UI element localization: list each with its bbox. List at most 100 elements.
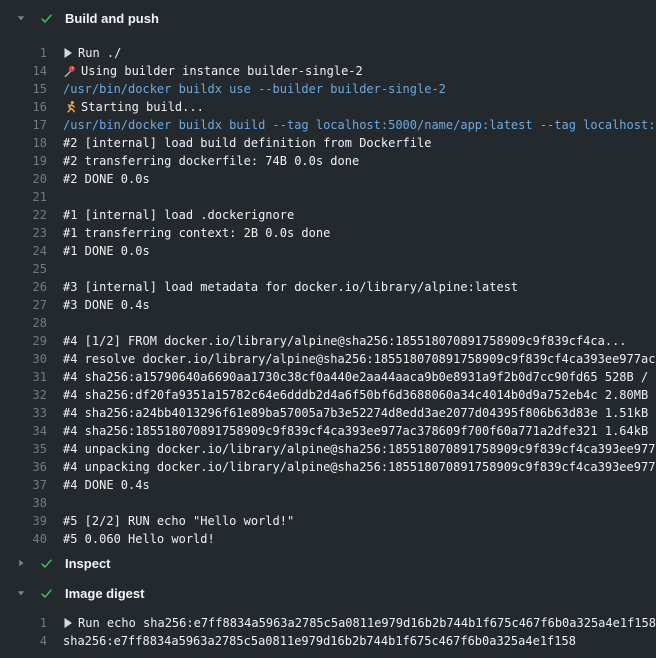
log-text: sha256:e7ff8834a5963a2785c5a0811e979d16b…	[63, 632, 656, 650]
log-text: #2 transferring dockerfile: 74B 0.0s don…	[63, 152, 656, 170]
log-message: #1 DONE 0.0s	[63, 242, 150, 260]
workflow-log-viewer: Build and push 1 Run ./ 14	[0, 0, 656, 650]
log-line: 33 #4 sha256:a24bb4013296f61e89ba57005a7…	[0, 404, 656, 422]
log-text: Run ./	[63, 44, 656, 62]
log-line: 28	[0, 314, 656, 332]
log-text: #4 unpacking docker.io/library/alpine@sh…	[63, 458, 656, 476]
log-message: #4 sha256:a24bb4013296f61e89ba57005a7b3e…	[63, 404, 656, 422]
line-number[interactable]: 24	[0, 242, 47, 260]
log-text: #3 DONE 0.4s	[63, 296, 656, 314]
line-number[interactable]: 35	[0, 440, 47, 458]
log-text: Run echo sha256:e7ff8834a5963a2785c5a081…	[63, 614, 656, 632]
log-text: Using builder instance builder-single-2	[63, 62, 656, 80]
log-message: #4 resolve docker.io/library/alpine@sha2…	[63, 350, 656, 368]
log-section: Image digest 1 Run echo sha256:e7ff8834	[0, 582, 656, 650]
log-text: #5 0.060 Hello world!	[63, 530, 656, 548]
log-line: 1 Run ./	[0, 44, 656, 62]
log-message: Using builder instance builder-single-2	[81, 62, 363, 80]
log-line: 35 #4 unpacking docker.io/library/alpine…	[0, 440, 656, 458]
log-line: 26 #3 [internal] load metadata for docke…	[0, 278, 656, 296]
line-number[interactable]: 18	[0, 134, 47, 152]
line-number[interactable]: 31	[0, 368, 47, 386]
chevron-right-icon[interactable]	[16, 558, 26, 568]
log-text: #1 transferring context: 2B 0.0s done	[63, 224, 656, 242]
line-number[interactable]: 33	[0, 404, 47, 422]
line-number[interactable]: 23	[0, 224, 47, 242]
line-number[interactable]: 36	[0, 458, 47, 476]
line-number[interactable]: 28	[0, 314, 47, 332]
log-message: Run echo sha256:e7ff8834a5963a2785c5a081…	[78, 614, 656, 632]
log-line: 22 #1 [internal] load .dockerignore	[0, 206, 656, 224]
line-number[interactable]: 22	[0, 206, 47, 224]
line-number[interactable]: 32	[0, 386, 47, 404]
log-message: #4 [1/2] FROM docker.io/library/alpine@s…	[63, 332, 627, 350]
log-message: Run ./	[78, 44, 121, 62]
line-number[interactable]: 39	[0, 512, 47, 530]
line-number[interactable]: 4	[0, 632, 47, 650]
line-number[interactable]: 17	[0, 116, 47, 134]
line-number[interactable]: 20	[0, 170, 47, 188]
step-title: Inspect	[65, 556, 111, 571]
runner-icon	[63, 100, 77, 114]
line-number[interactable]: 29	[0, 332, 47, 350]
check-icon	[40, 587, 53, 600]
chevron-down-icon[interactable]	[16, 13, 26, 23]
line-number[interactable]: 1	[0, 614, 47, 632]
step-header[interactable]: Image digest	[0, 582, 656, 604]
line-number[interactable]: 25	[0, 260, 47, 278]
log-text: #2 [internal] load build definition from…	[63, 134, 656, 152]
line-number[interactable]: 14	[0, 62, 47, 80]
log-text	[63, 188, 656, 206]
log-line: 19 #2 transferring dockerfile: 74B 0.0s …	[0, 152, 656, 170]
log-line: 14 Using builder instance builder-single…	[0, 62, 656, 80]
log-line: 16 Starting build...	[0, 98, 656, 116]
log-line: 36 #4 unpacking docker.io/library/alpine…	[0, 458, 656, 476]
log-line: 4 sha256:e7ff8834a5963a2785c5a0811e979d1…	[0, 632, 656, 650]
play-icon[interactable]	[63, 617, 73, 629]
line-number[interactable]: 34	[0, 422, 47, 440]
log-text: #4 resolve docker.io/library/alpine@sha2…	[63, 350, 656, 368]
log-text: #4 DONE 0.4s	[63, 476, 656, 494]
log-message: #4 DONE 0.4s	[63, 476, 150, 494]
check-icon	[40, 12, 53, 25]
log-text: #4 [1/2] FROM docker.io/library/alpine@s…	[63, 332, 656, 350]
log-text: #4 sha256:a15790640a6690aa1730c38cf0a440…	[63, 368, 656, 386]
log-message: #1 transferring context: 2B 0.0s done	[63, 224, 330, 242]
line-number[interactable]: 19	[0, 152, 47, 170]
log-text: #4 sha256:df20fa9351a15782c64e6dddb2d4a6…	[63, 386, 656, 404]
line-number[interactable]: 38	[0, 494, 47, 512]
log-line: 38	[0, 494, 656, 512]
line-number[interactable]: 26	[0, 278, 47, 296]
log-line: 20 #2 DONE 0.0s	[0, 170, 656, 188]
log-line: 25	[0, 260, 656, 278]
log-message: Starting build...	[81, 98, 204, 116]
log-message: #5 [2/2] RUN echo "Hello world!"	[63, 512, 294, 530]
step-header[interactable]: Inspect	[0, 552, 656, 574]
log-line: 1 Run echo sha256:e7ff8834a5963a2785c5a0…	[0, 614, 656, 632]
log-line: 30 #4 resolve docker.io/library/alpine@s…	[0, 350, 656, 368]
line-number[interactable]: 1	[0, 44, 47, 62]
log-message: #1 [internal] load .dockerignore	[63, 206, 294, 224]
step-header[interactable]: Build and push	[0, 7, 656, 29]
line-number[interactable]: 16	[0, 98, 47, 116]
line-number[interactable]: 30	[0, 350, 47, 368]
line-number[interactable]: 21	[0, 188, 47, 206]
log-text: #5 [2/2] RUN echo "Hello world!"	[63, 512, 656, 530]
log-text: #4 sha256:185518070891758909c9f839cf4ca3…	[63, 422, 656, 440]
log-text	[63, 314, 656, 332]
log-message: sha256:e7ff8834a5963a2785c5a0811e979d16b…	[63, 632, 576, 650]
line-number[interactable]: 27	[0, 296, 47, 314]
log-message: #2 [internal] load build definition from…	[63, 134, 431, 152]
step-title: Build and push	[65, 11, 159, 26]
line-number[interactable]: 15	[0, 80, 47, 98]
log-message: #4 unpacking docker.io/library/alpine@sh…	[63, 458, 656, 476]
line-number[interactable]: 37	[0, 476, 47, 494]
log-line: 18 #2 [internal] load build definition f…	[0, 134, 656, 152]
play-icon[interactable]	[63, 47, 73, 59]
log-text: #3 [internal] load metadata for docker.i…	[63, 278, 656, 296]
chevron-down-icon[interactable]	[16, 588, 26, 598]
log-message: #3 [internal] load metadata for docker.i…	[63, 278, 518, 296]
log-message: #4 unpacking docker.io/library/alpine@sh…	[63, 440, 656, 458]
line-number[interactable]: 40	[0, 530, 47, 548]
log-line: 37 #4 DONE 0.4s	[0, 476, 656, 494]
